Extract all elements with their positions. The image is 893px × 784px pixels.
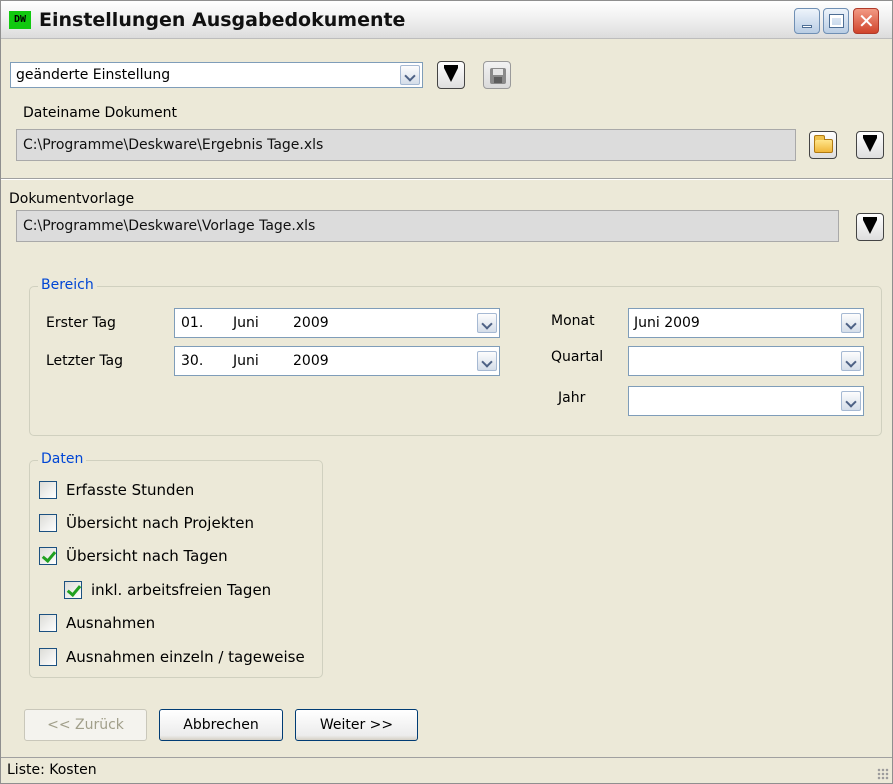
filename-menu-button[interactable] (856, 131, 884, 159)
folder-icon (814, 135, 833, 153)
monat-label: Monat (551, 313, 595, 329)
chevron-down-icon[interactable] (477, 351, 497, 371)
chevron-down-icon[interactable] (400, 65, 420, 85)
checkbox-label: inkl. arbeitsfreien Tagen (91, 581, 272, 599)
chevron-down-icon[interactable] (841, 313, 861, 333)
quartal-label: Quartal (551, 349, 604, 365)
chevron-down-icon[interactable] (841, 391, 861, 411)
maximize-button[interactable] (823, 8, 849, 34)
resize-grip-icon[interactable] (877, 768, 889, 780)
browse-folder-button[interactable] (809, 131, 837, 159)
letzter-tag-day: 30. (181, 353, 204, 369)
maximize-icon (830, 15, 843, 27)
erster-tag-month: Juni (233, 315, 259, 331)
checkbox-label: Ausnahmen (66, 614, 156, 632)
cancel-button[interactable]: Abbrechen (159, 709, 283, 741)
close-icon: ✕ (858, 9, 875, 33)
monat-select-value: Juni 2009 (634, 315, 700, 331)
jahr-label: Jahr (558, 390, 586, 406)
checkbox-label: Ausnahmen einzeln / tageweise (66, 648, 305, 666)
title-bar[interactable]: DW Einstellungen Ausgabedokumente ✕ (1, 1, 892, 39)
letzter-tag-label: Letzter Tag (46, 353, 124, 369)
chevron-down-icon[interactable] (477, 313, 497, 333)
checkbox-label: Übersicht nach Tagen (66, 547, 228, 565)
checkbox-box[interactable] (64, 581, 82, 599)
back-button[interactable]: << Zurück (24, 709, 147, 741)
filename-label: Dateiname Dokument (23, 105, 178, 121)
arrow-down-icon (863, 217, 877, 234)
next-button[interactable]: Weiter >> (295, 709, 418, 741)
minimize-button[interactable] (794, 8, 820, 34)
erster-tag-day: 01. (181, 315, 204, 331)
template-label: Dokumentvorlage (9, 191, 135, 207)
filename-field[interactable]: C:\Programme\Deskware\Ergebnis Tage.xls (16, 129, 796, 161)
erster-tag-year: 2009 (293, 315, 329, 331)
preset-select-value: geänderte Einstellung (16, 67, 171, 83)
status-bar: Liste: Kosten (1, 757, 892, 783)
preset-menu-button[interactable] (437, 61, 465, 89)
bereich-group-title: Bereich (38, 277, 97, 293)
erster-tag-label: Erster Tag (46, 315, 116, 331)
arrow-down-icon (444, 65, 458, 82)
settings-window: DW Einstellungen Ausgabedokumente ✕ geän… (0, 0, 893, 784)
preset-select[interactable]: geänderte Einstellung (10, 62, 423, 88)
save-disk-icon (490, 68, 506, 84)
monat-select[interactable]: Juni 2009 (628, 308, 864, 338)
checkbox-box[interactable] (39, 547, 57, 565)
section-divider (1, 178, 892, 180)
save-preset-button[interactable] (483, 61, 511, 89)
checkbox-box[interactable] (39, 481, 57, 499)
letzter-tag-select[interactable]: 30. Juni 2009 (174, 346, 500, 376)
close-button[interactable]: ✕ (853, 8, 879, 34)
quartal-select[interactable] (628, 346, 864, 376)
minimize-icon (802, 25, 812, 28)
checkbox-label: Erfasste Stunden (66, 481, 195, 499)
checkbox-label: Übersicht nach Projekten (66, 514, 254, 532)
daten-group-title: Daten (38, 451, 87, 467)
app-icon: DW (9, 11, 31, 29)
chevron-down-icon[interactable] (841, 351, 861, 371)
checkbox-box[interactable] (39, 648, 57, 666)
status-text: Liste: Kosten (7, 762, 97, 778)
template-field[interactable]: C:\Programme\Deskware\Vorlage Tage.xls (16, 210, 839, 242)
letzter-tag-year: 2009 (293, 353, 329, 369)
jahr-select[interactable] (628, 386, 864, 416)
erster-tag-select[interactable]: 01. Juni 2009 (174, 308, 500, 338)
letzter-tag-month: Juni (233, 353, 259, 369)
checkbox-box[interactable] (39, 614, 57, 632)
checkbox-box[interactable] (39, 514, 57, 532)
window-title: Einstellungen Ausgabedokumente (39, 9, 406, 31)
template-menu-button[interactable] (856, 213, 884, 241)
arrow-down-icon (863, 135, 877, 152)
